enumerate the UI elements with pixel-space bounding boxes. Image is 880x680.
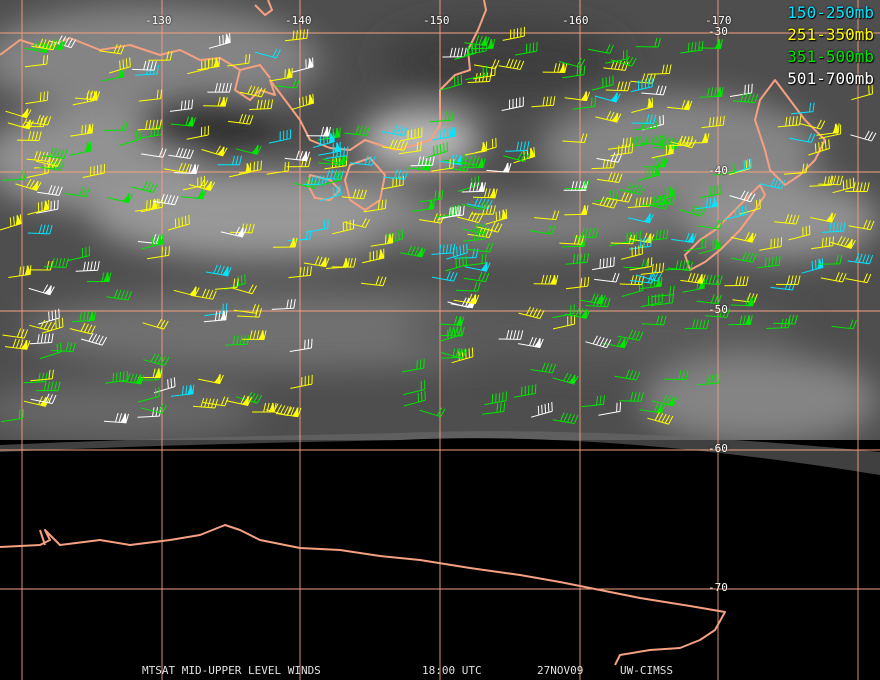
satellite-wind-map: -130 -140 -150 -160 -170 -30 -40 -50 -60…: [0, 0, 880, 680]
legend-351-500mb: 351-500mb: [787, 47, 874, 66]
lon-label-160: -160: [562, 14, 589, 27]
footer-source: UW-CIMSS: [620, 664, 673, 677]
lat-label-40: -40: [708, 164, 728, 177]
legend-501-700mb: 501-700mb: [787, 69, 874, 88]
lat-label-50: -50: [708, 303, 728, 316]
legend-150-250mb: 150-250mb: [787, 3, 874, 22]
lat-label-30: -30: [708, 25, 728, 38]
lon-label-140: -140: [285, 14, 312, 27]
legend-251-350mb: 251-350mb: [787, 25, 874, 44]
lon-label-130: -130: [145, 14, 172, 27]
map-canvas: [0, 0, 880, 680]
lon-label-150: -150: [423, 14, 450, 27]
footer-caption: MTSAT MID-UPPER LEVEL WINDS 18:00 UTC 27…: [0, 664, 880, 678]
footer-date: 27NOV09: [537, 664, 584, 677]
lat-label-60: -60: [708, 442, 728, 455]
footer-product: MTSAT MID-UPPER LEVEL WINDS: [142, 664, 321, 677]
footer-time: 18:00 UTC: [422, 664, 482, 677]
lat-label-70: -70: [708, 581, 728, 594]
